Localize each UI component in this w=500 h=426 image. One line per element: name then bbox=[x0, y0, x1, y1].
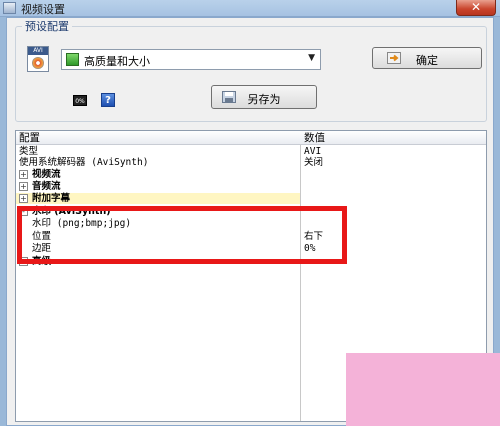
preset-selected-value: 高质量和大小 bbox=[84, 55, 150, 68]
header-config[interactable]: 配置 bbox=[19, 131, 40, 145]
save-as-button[interactable]: 另存为 bbox=[211, 85, 317, 109]
help-icon[interactable]: ? bbox=[101, 93, 115, 107]
expand-icon[interactable]: + bbox=[19, 194, 28, 203]
row-value: AVI bbox=[304, 146, 322, 157]
confirm-button[interactable]: 确定 bbox=[372, 47, 482, 69]
table-row-group[interactable]: + 视频流 bbox=[16, 169, 486, 180]
disc-icon bbox=[32, 57, 44, 69]
avi-badge: AVI bbox=[28, 47, 48, 55]
expand-icon[interactable]: + bbox=[19, 182, 28, 191]
confirm-button-label: 确定 bbox=[416, 54, 438, 67]
save-as-button-label: 另存为 bbox=[247, 93, 281, 106]
avi-format-icon: AVI bbox=[27, 46, 49, 72]
row-label: 附加字幕 bbox=[32, 193, 71, 204]
row-label: 使用系统解码器 (AviSynth) bbox=[19, 157, 149, 168]
expand-icon[interactable]: + bbox=[19, 170, 28, 179]
preset-group: 预设配置 AVI 高质量和大小 ▼ 确定 0% ? 另存为 bbox=[15, 18, 487, 122]
annotation-highlight-box bbox=[17, 206, 347, 264]
decorative-corner bbox=[346, 353, 500, 426]
preset-quality-icon bbox=[66, 53, 79, 66]
title-bar: 视频设置 ✕ bbox=[0, 0, 500, 17]
preset-dropdown[interactable]: 高质量和大小 ▼ bbox=[61, 49, 321, 70]
table-row[interactable]: 类型 AVI bbox=[16, 146, 486, 157]
table-row-group[interactable]: + 附加字幕 bbox=[16, 193, 486, 204]
chevron-down-icon: ▼ bbox=[308, 53, 315, 63]
window-title: 视频设置 bbox=[21, 3, 65, 16]
percent-icon[interactable]: 0% bbox=[73, 95, 87, 106]
window-icon bbox=[3, 2, 16, 14]
table-row[interactable]: 使用系统解码器 (AviSynth) 关闭 bbox=[16, 157, 486, 168]
row-label: 类型 bbox=[19, 146, 39, 157]
header-value[interactable]: 数值 bbox=[304, 131, 325, 145]
row-label: 视频流 bbox=[32, 169, 61, 180]
table-row-group[interactable]: + 音频流 bbox=[16, 181, 486, 192]
preset-group-title: 预设配置 bbox=[22, 18, 72, 34]
close-button[interactable]: ✕ bbox=[456, 0, 496, 16]
grid-header: 配置 数值 bbox=[16, 131, 486, 145]
row-label: 音频流 bbox=[32, 181, 61, 192]
row-value: 关闭 bbox=[304, 157, 324, 168]
